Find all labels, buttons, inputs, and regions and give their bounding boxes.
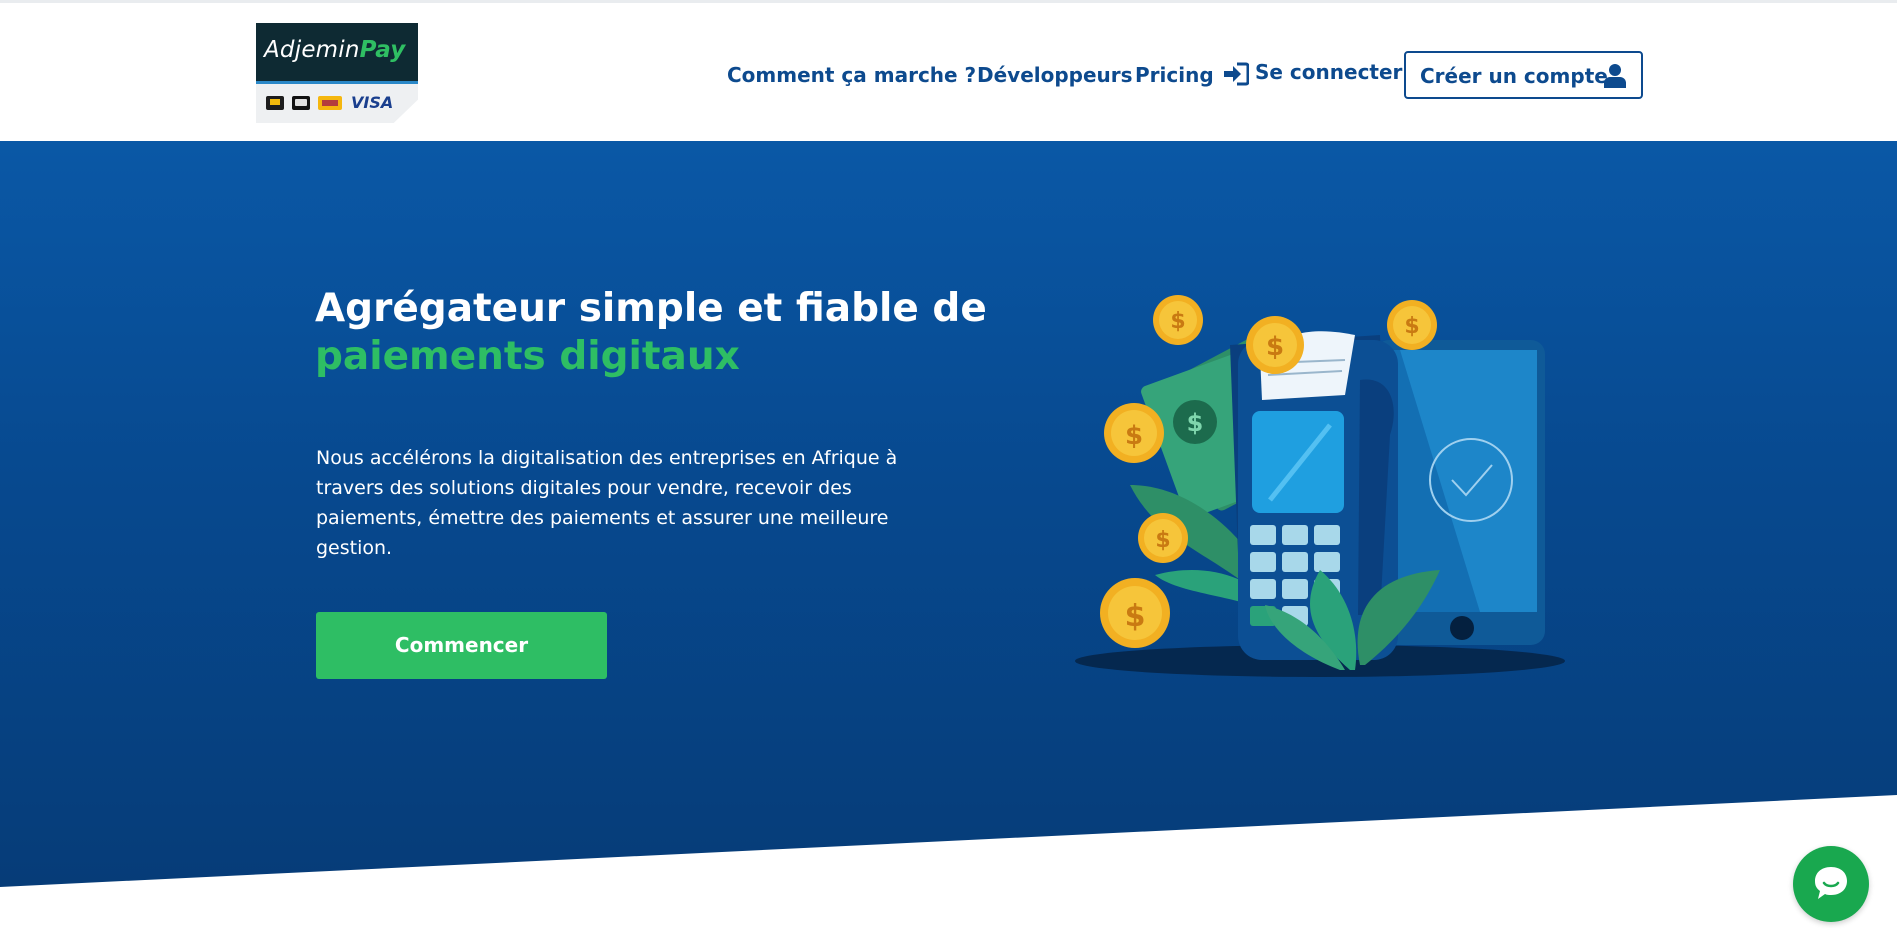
logo-wordmark: AdjeminPay: [264, 37, 406, 63]
svg-text:$: $: [1187, 409, 1204, 437]
nav-pricing[interactable]: Pricing: [1135, 63, 1214, 87]
svg-text:$: $: [1125, 599, 1146, 634]
hero-title-line2: paiements digitaux: [315, 334, 740, 379]
card-icon: [318, 96, 342, 110]
nav-login-label: Se connecter: [1255, 60, 1403, 84]
chat-bubble-button[interactable]: [1793, 846, 1869, 922]
card-icon: [292, 96, 310, 110]
card-icon: [266, 96, 284, 110]
start-button-label: Commencer: [394, 633, 529, 657]
svg-text:$: $: [1404, 314, 1419, 339]
chat-bubble-icon: [1815, 867, 1847, 899]
svg-text:$: $: [1125, 421, 1143, 451]
logo-top-panel: AdjeminPay: [256, 23, 418, 83]
hero-section: [0, 141, 1897, 887]
visa-logo: VISA: [351, 93, 394, 112]
create-account-label: Créer un compte: [1420, 64, 1608, 88]
hero-title: Agrégateur simple et fiable de paiements…: [315, 285, 987, 381]
nav-how-it-works[interactable]: Comment ça marche ?: [727, 63, 976, 87]
svg-text:$: $: [1266, 332, 1284, 362]
user-icon: [1604, 64, 1626, 88]
sign-in-icon: [1224, 62, 1249, 85]
payment-methods-strip: VISA: [256, 84, 418, 123]
nav-developers[interactable]: Développeurs: [977, 63, 1133, 87]
logo-stripe: [256, 81, 418, 84]
create-account-button[interactable]: Créer un compte: [1404, 51, 1643, 99]
nav-login[interactable]: Se connecter: [1223, 60, 1402, 86]
hero-description: Nous accélérons la digitalisation des en…: [316, 447, 898, 559]
svg-text:$: $: [1170, 309, 1185, 334]
site-header: AdjeminPay VISA Comment ça marche ? Déve…: [0, 3, 1897, 141]
svg-text:$: $: [1155, 528, 1170, 553]
brand-logo[interactable]: AdjeminPay VISA: [256, 23, 418, 123]
hero-title-line1: Agrégateur simple et fiable de: [315, 286, 987, 331]
payment-terminal-illustration: $ $ $ $ $ $ $: [1075, 295, 1565, 677]
start-button[interactable]: Commencer: [316, 612, 607, 679]
